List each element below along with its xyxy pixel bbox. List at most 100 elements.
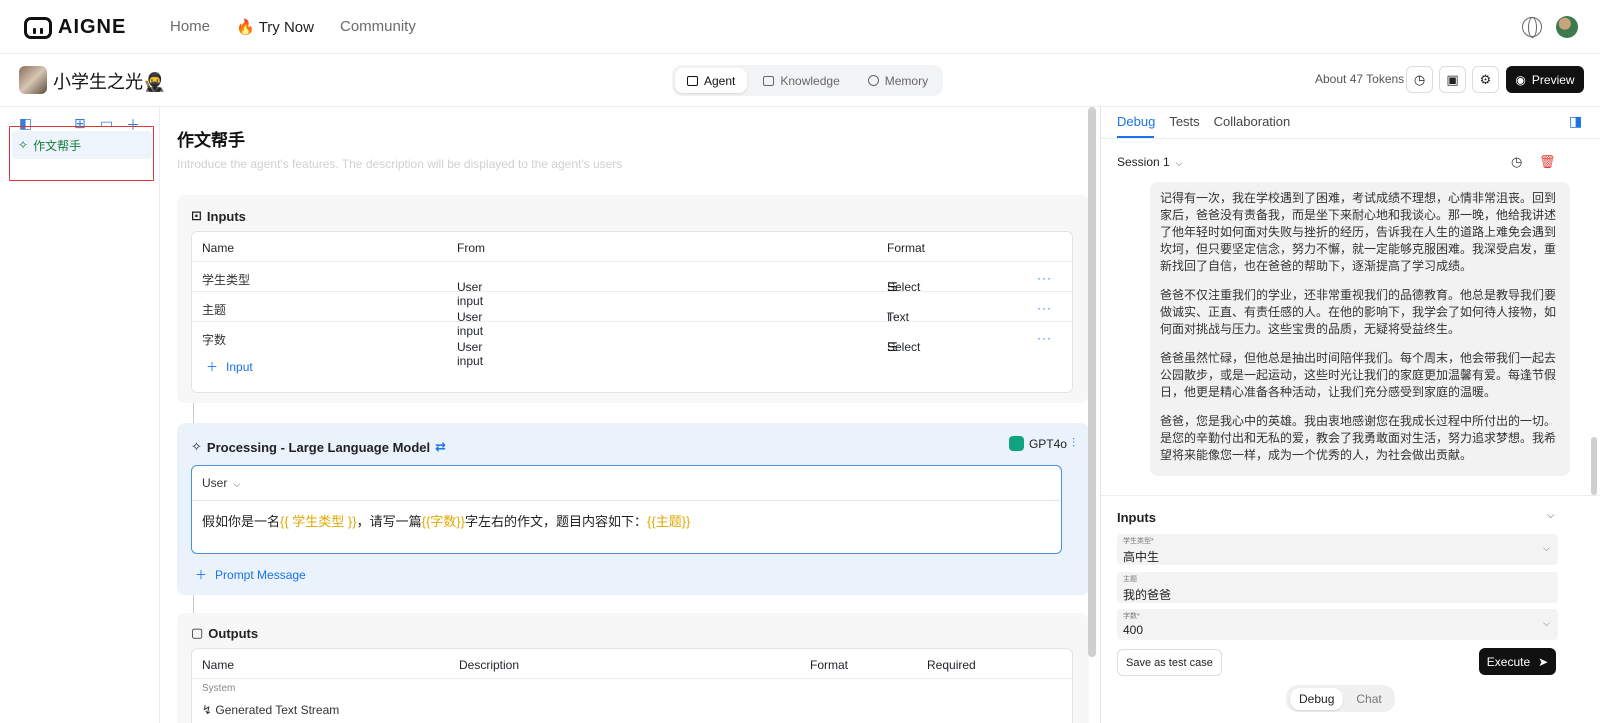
- tab-knowledge[interactable]: Knowledge: [751, 68, 851, 93]
- field-student-type[interactable]: 学生类型* 高中生 ⌵: [1117, 534, 1558, 565]
- inputs-title: Inputs: [206, 208, 246, 224]
- sliders-icon[interactable]: ⫶: [1072, 436, 1075, 451]
- prompt-text[interactable]: 假如你是一名{{ 学生类型 }}，请写一篇{{字数}}字左右的作文，题目内容如下…: [202, 511, 690, 530]
- sparkle-icon: ✧: [18, 138, 29, 152]
- format-value: Select: [887, 340, 921, 354]
- agent-name[interactable]: 作文帮手: [177, 126, 245, 151]
- token-count: About 47 Tokens: [1315, 72, 1405, 86]
- preview-label: Preview: [1531, 72, 1575, 87]
- sidebar-item-label: 作文帮手: [33, 138, 82, 153]
- agent-description-input[interactable]: Introduce the agent's features. The desc…: [177, 157, 622, 171]
- input-name[interactable]: 字数: [202, 331, 226, 348]
- prompt-editor[interactable]: User ⌵ 假如你是一名{{ 学生类型 }}，请写一篇{{字数}}字左右的作文，…: [191, 465, 1062, 554]
- main-scrollbar[interactable]: [1088, 107, 1096, 657]
- flow-connector: [193, 403, 194, 423]
- table-row: 学生类型 User input ⌵ ☰ Select ⌵ ···: [192, 262, 1072, 308]
- processing-card: ✧ Processing - Large Language Model ⇄ GPT4…: [177, 423, 1089, 595]
- more-icon[interactable]: ···: [1037, 301, 1052, 315]
- chevron-down-icon[interactable]: ⌵: [1547, 510, 1555, 521]
- divider: [1101, 138, 1600, 139]
- add-prompt-message-button[interactable]: ＋ Prompt Message: [195, 566, 306, 583]
- sidebar-item-agent[interactable]: ✧ 作文帮手: [12, 131, 152, 159]
- chevron-down-icon: ⌵: [463, 280, 470, 290]
- mode-debug[interactable]: Debug: [1290, 687, 1344, 710]
- logo-text: AIGNE: [58, 16, 127, 38]
- field-topic[interactable]: 主题 我的爸爸: [1117, 572, 1558, 603]
- session-select[interactable]: Session 1 ⌵: [1117, 155, 1183, 169]
- tab-tests[interactable]: Tests: [1169, 114, 1199, 129]
- openai-icon: [1008, 436, 1024, 451]
- model-selector[interactable]: GPT4o ⫶: [1008, 436, 1075, 451]
- col-format: Format: [887, 241, 926, 255]
- inputs-heading: Inputs: [1117, 510, 1156, 525]
- role-select[interactable]: User ⌵: [202, 476, 240, 490]
- memory-icon: [867, 75, 879, 86]
- table-header: Name From Format: [192, 232, 1072, 262]
- tab-collaboration[interactable]: Collaboration: [1214, 114, 1291, 129]
- processing-title: Processing - Large Language Model: [206, 439, 431, 455]
- col-description: Description: [459, 658, 520, 672]
- mode-chat[interactable]: Chat: [1347, 688, 1390, 710]
- prompt-variable: {{ 学生类型 }}: [280, 514, 357, 529]
- execute-label: Execute: [1486, 654, 1531, 669]
- execute-button[interactable]: Execute ➤: [1479, 648, 1556, 675]
- tab-debug[interactable]: Debug: [1117, 114, 1155, 129]
- chevron-down-icon: ⌵: [233, 479, 241, 489]
- field-label: 学生类型*: [1123, 538, 1154, 545]
- nav-community[interactable]: Community: [340, 18, 416, 36]
- agent-icon: [687, 75, 698, 86]
- prompt-segment: 字左右的作文，题目内容如下：: [465, 514, 648, 529]
- save-button[interactable]: ▣: [1439, 66, 1466, 93]
- globe-icon[interactable]: [1522, 17, 1542, 38]
- field-word-count[interactable]: 字数* 400 ⌵: [1117, 609, 1558, 640]
- preview-button[interactable]: ◉ Preview: [1506, 66, 1584, 93]
- col-required: Required: [927, 658, 976, 672]
- col-name: Name: [202, 658, 235, 672]
- nav-try-now-label: Try Now: [258, 18, 314, 36]
- more-icon[interactable]: ···: [1037, 331, 1052, 345]
- panel-toggle-icon[interactable]: ◨: [1569, 113, 1582, 130]
- aigne-logo[interactable]: AIGNE: [24, 16, 126, 39]
- prompt-segment: ，请写一篇: [356, 514, 422, 529]
- input-name[interactable]: 主题: [202, 301, 226, 318]
- gear-icon: ⚙: [1479, 71, 1492, 87]
- flame-icon: 🔥: [236, 19, 255, 36]
- trash-icon[interactable]: 🗑: [1539, 154, 1556, 170]
- user-avatar[interactable]: [1556, 16, 1578, 38]
- field-value: 高中生: [1123, 550, 1160, 564]
- nav-home[interactable]: Home: [170, 18, 210, 36]
- swap-icon[interactable]: ⇄: [435, 439, 446, 455]
- chat-icon: ▢: [191, 625, 204, 640]
- outputs-card: ▢ Outputs Name Description Format Require…: [177, 613, 1089, 723]
- history-button[interactable]: ◷: [1406, 66, 1433, 93]
- history-icon[interactable]: ◷: [1511, 154, 1522, 170]
- chat-message: 记得有一次，我在学校遇到了困难，考试成绩不理想，心情非常沮丧。回到家后，爸爸没有…: [1150, 182, 1570, 476]
- history-icon: ◷: [1413, 71, 1426, 87]
- prompt-variable: {{字数}}: [421, 514, 465, 529]
- tab-memory[interactable]: Memory: [856, 68, 940, 93]
- chevron-down-icon: ⌵: [1543, 618, 1550, 628]
- prompt-segment: 假如你是一名: [202, 514, 281, 529]
- tab-agent[interactable]: Agent: [675, 68, 748, 93]
- prompt-variable: {{主题}}: [647, 514, 691, 529]
- add-input-button[interactable]: ＋ Input: [206, 358, 253, 375]
- more-icon[interactable]: ···: [1037, 271, 1052, 285]
- chat-scrollbar[interactable]: [1591, 437, 1597, 495]
- tab-knowledge-label: Knowledge: [780, 73, 840, 88]
- input-name[interactable]: 学生类型: [202, 271, 250, 288]
- message-paragraph: 爸爸不仅注重我们的学业，还非常重视我们的品德教育。他总是教导我们要做诚实、正直、…: [1160, 288, 1557, 336]
- settings-button[interactable]: ⚙: [1472, 66, 1499, 93]
- inputs-icon: ⊡: [191, 208, 202, 223]
- chevron-down-icon: ⌵: [1543, 543, 1550, 553]
- model-name: GPT4o: [1028, 436, 1067, 451]
- outputs-title: Outputs: [208, 625, 259, 641]
- save-test-case-button[interactable]: Save as test case: [1117, 649, 1222, 676]
- table-row: 字数 User input ⌵ ☰ Select ⌵ ···: [192, 322, 1072, 368]
- inputs-card: ⊡ Inputs Name From Format 学生类型 User input…: [177, 195, 1089, 403]
- from-value: User input: [457, 340, 484, 368]
- save-icon: ▣: [1446, 71, 1459, 87]
- output-row[interactable]: ↯ Generated Text Stream: [202, 703, 339, 717]
- nav-try-now[interactable]: 🔥 Try Now: [236, 18, 314, 37]
- divider: [192, 500, 1061, 501]
- app-icon: [19, 66, 47, 94]
